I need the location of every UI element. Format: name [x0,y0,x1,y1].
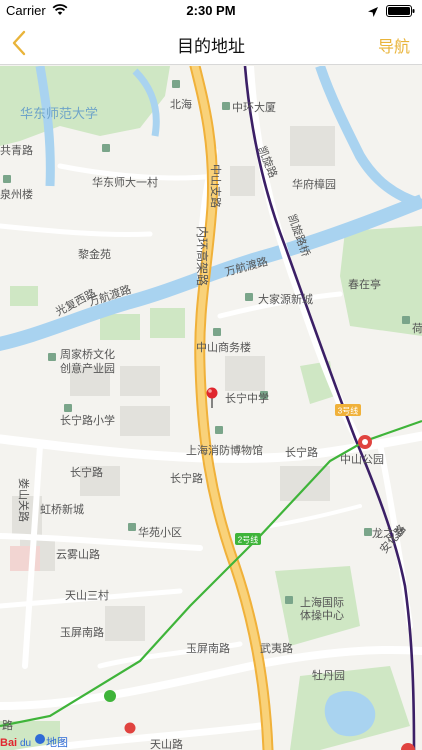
green-block [150,308,185,338]
svg-text:长宁路: 长宁路 [285,445,318,459]
svg-text:华府樟园: 华府樟园 [292,177,336,191]
location-arrow-icon [368,5,378,20]
svg-text:武夷路: 武夷路 [260,642,293,655]
svg-text:路: 路 [2,719,13,732]
green-block [100,314,140,340]
svg-text:黎金苑: 黎金苑 [78,247,111,261]
page-title: 目的地址 [177,37,245,56]
battery-icon [386,5,416,20]
svg-text:华东师大一村: 华东师大一村 [92,175,158,189]
svg-text:华苑小区: 华苑小区 [138,525,182,539]
svg-text:长宁中学: 长宁中学 [225,391,269,405]
svg-text:中环大厦: 中环大厦 [232,100,276,114]
svg-text:长宁路: 长宁路 [70,465,103,479]
svg-text:泉州楼: 泉州楼 [0,187,33,201]
svg-text:大家源新城: 大家源新城 [258,292,313,306]
svg-text:Bai: Bai [0,737,17,749]
svg-text:玉屏南路: 玉屏南路 [186,642,230,655]
svg-text:上海国际: 上海国际 [300,595,344,609]
green-block [10,286,38,306]
svg-text:体操中心: 体操中心 [300,608,344,622]
svg-text:3号线: 3号线 [338,406,358,416]
svg-text:北海: 北海 [170,97,192,111]
metro-station-red [124,722,136,734]
clock: 2:30 PM [186,3,236,18]
svg-text:荷: 荷 [412,322,422,335]
svg-text:虹桥新城: 虹桥新城 [40,502,84,516]
label-ecnu: 华东师范大学 [20,106,98,121]
navigate-button[interactable]: 导航 [378,33,410,57]
svg-text:长宁路: 长宁路 [170,471,203,485]
svg-text:天山路: 天山路 [150,738,183,750]
metro-station-zhongshan-park [358,435,372,449]
map-view[interactable]: 3号线 2号线 华东师范大学 北海 中环大厦 共青路 泉州楼 华东师大一村 凯旋… [0,66,422,750]
svg-text:云雾山路: 云雾山路 [56,548,100,561]
svg-text:共青路: 共青路 [0,144,33,157]
svg-text:中山商务楼: 中山商务楼 [196,340,251,354]
svg-text:周家桥文化: 周家桥文化 [60,347,115,361]
metro-station-green [104,690,116,702]
svg-text:创意产业园: 创意产业园 [60,361,115,375]
navigation-bar: 目的地址 导航 [0,20,422,65]
svg-text:牡丹园: 牡丹园 [312,668,345,682]
svg-text:2号线: 2号线 [238,535,258,545]
svg-text:上海消防博物馆: 上海消防博物馆 [186,443,263,457]
svg-text:中山支路: 中山支路 [209,164,222,208]
svg-text:天山三村: 天山三村 [65,588,109,602]
line-3-badge: 3号线 [335,404,361,416]
svg-text:du: du [20,738,31,749]
line-2-badge: 2号线 [235,533,261,545]
svg-text:玉屏南路: 玉屏南路 [60,626,104,639]
svg-text:地图: 地图 [46,736,68,749]
svg-text:中山公园: 中山公园 [340,453,384,466]
svg-text:春在亭: 春在亭 [348,277,381,291]
status-bar: Carrier 2:30 PM [0,0,422,20]
svg-text:内环高架路: 内环高架路 [195,226,210,286]
svg-text:长宁路小学: 长宁路小学 [60,413,115,427]
svg-text:娄山关路: 娄山关路 [17,478,31,522]
